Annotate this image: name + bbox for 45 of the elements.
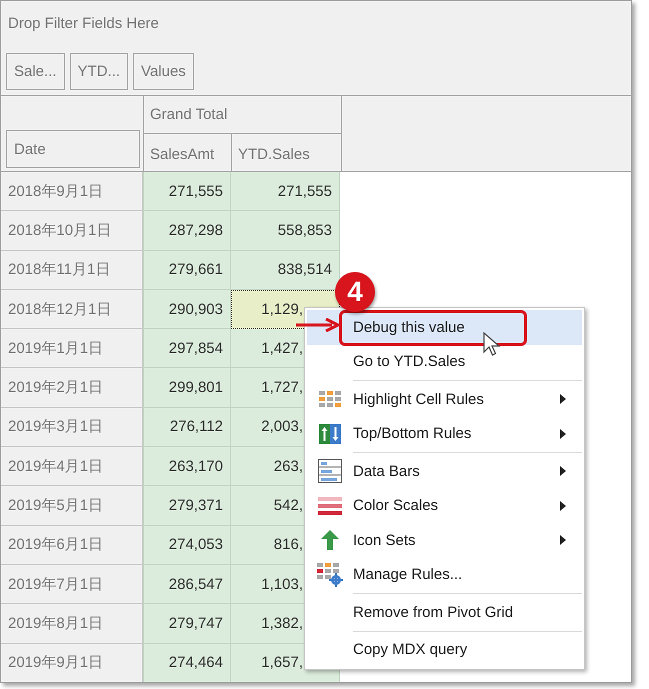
table-cell: 274,053 bbox=[143, 526, 231, 565]
row-field-button[interactable]: Date bbox=[6, 130, 140, 168]
table-cell[interactable]: 558,853 bbox=[231, 211, 340, 251]
table-cell: 286,547 bbox=[143, 564, 231, 604]
row-header-cell: 2019年6月1日 bbox=[1, 526, 143, 565]
table-cell: 274,464 bbox=[143, 644, 231, 682]
column-header: Grand Total bbox=[144, 96, 341, 134]
row-header-cell: 2019年2月1日 bbox=[1, 368, 143, 408]
row-header-cell: 2018年12月1日 bbox=[1, 290, 143, 330]
table-cell[interactable]: 838,514 bbox=[231, 250, 340, 290]
table-cell: 297,854 bbox=[143, 329, 231, 368]
row-header-cell: 2018年9月1日 bbox=[1, 172, 143, 212]
color-scales-icon bbox=[318, 496, 342, 515]
table-cell: 263,170 bbox=[143, 447, 231, 486]
row-header-cell: 2019年9月1日 bbox=[1, 644, 143, 682]
column-header: SalesAmt bbox=[144, 134, 232, 171]
data-bars-icon bbox=[318, 459, 342, 484]
table-cell: 279,661 bbox=[143, 250, 231, 290]
table-cell: 287,298 bbox=[143, 211, 231, 251]
table-cell: 276,112 bbox=[143, 408, 231, 448]
grid-icon bbox=[319, 391, 341, 408]
field-button[interactable]: YTD... bbox=[70, 53, 128, 90]
table-cell[interactable]: 271,555 bbox=[231, 172, 340, 212]
sort-arrows-icon bbox=[319, 424, 341, 444]
table-cell: 279,747 bbox=[143, 604, 231, 644]
column-header: YTD.Sales bbox=[237, 145, 311, 165]
field-button[interactable]: Values bbox=[133, 53, 194, 90]
row-header-cell: 2018年10月1日 bbox=[1, 211, 143, 251]
field-button[interactable]: Sale... bbox=[6, 53, 65, 90]
table-cell: 299,801 bbox=[143, 368, 231, 408]
table-cell: 271,555 bbox=[143, 172, 231, 212]
row-header-cell: 2019年1月1日 bbox=[1, 329, 143, 368]
pointer-arrow bbox=[296, 318, 340, 332]
mouse-cursor-icon bbox=[483, 332, 501, 358]
table-cell: 290,903 bbox=[143, 290, 231, 330]
up-arrow-icon bbox=[321, 530, 339, 550]
row-header-cell: 2019年8月1日 bbox=[1, 604, 143, 644]
row-header-cell: 2019年7月1日 bbox=[1, 564, 143, 604]
row-header-cell: 2019年4月1日 bbox=[1, 447, 143, 486]
table-cell: 279,371 bbox=[143, 486, 231, 526]
row-header-cell: 2019年3月1日 bbox=[1, 408, 143, 448]
grid-gear-icon bbox=[317, 562, 343, 587]
filter-drop-area: Drop Filter Fields Here bbox=[1, 1, 631, 53]
row-header-cell: 2019年5月1日 bbox=[1, 486, 143, 526]
row-header-cell: 2018年11月1日 bbox=[1, 250, 143, 290]
